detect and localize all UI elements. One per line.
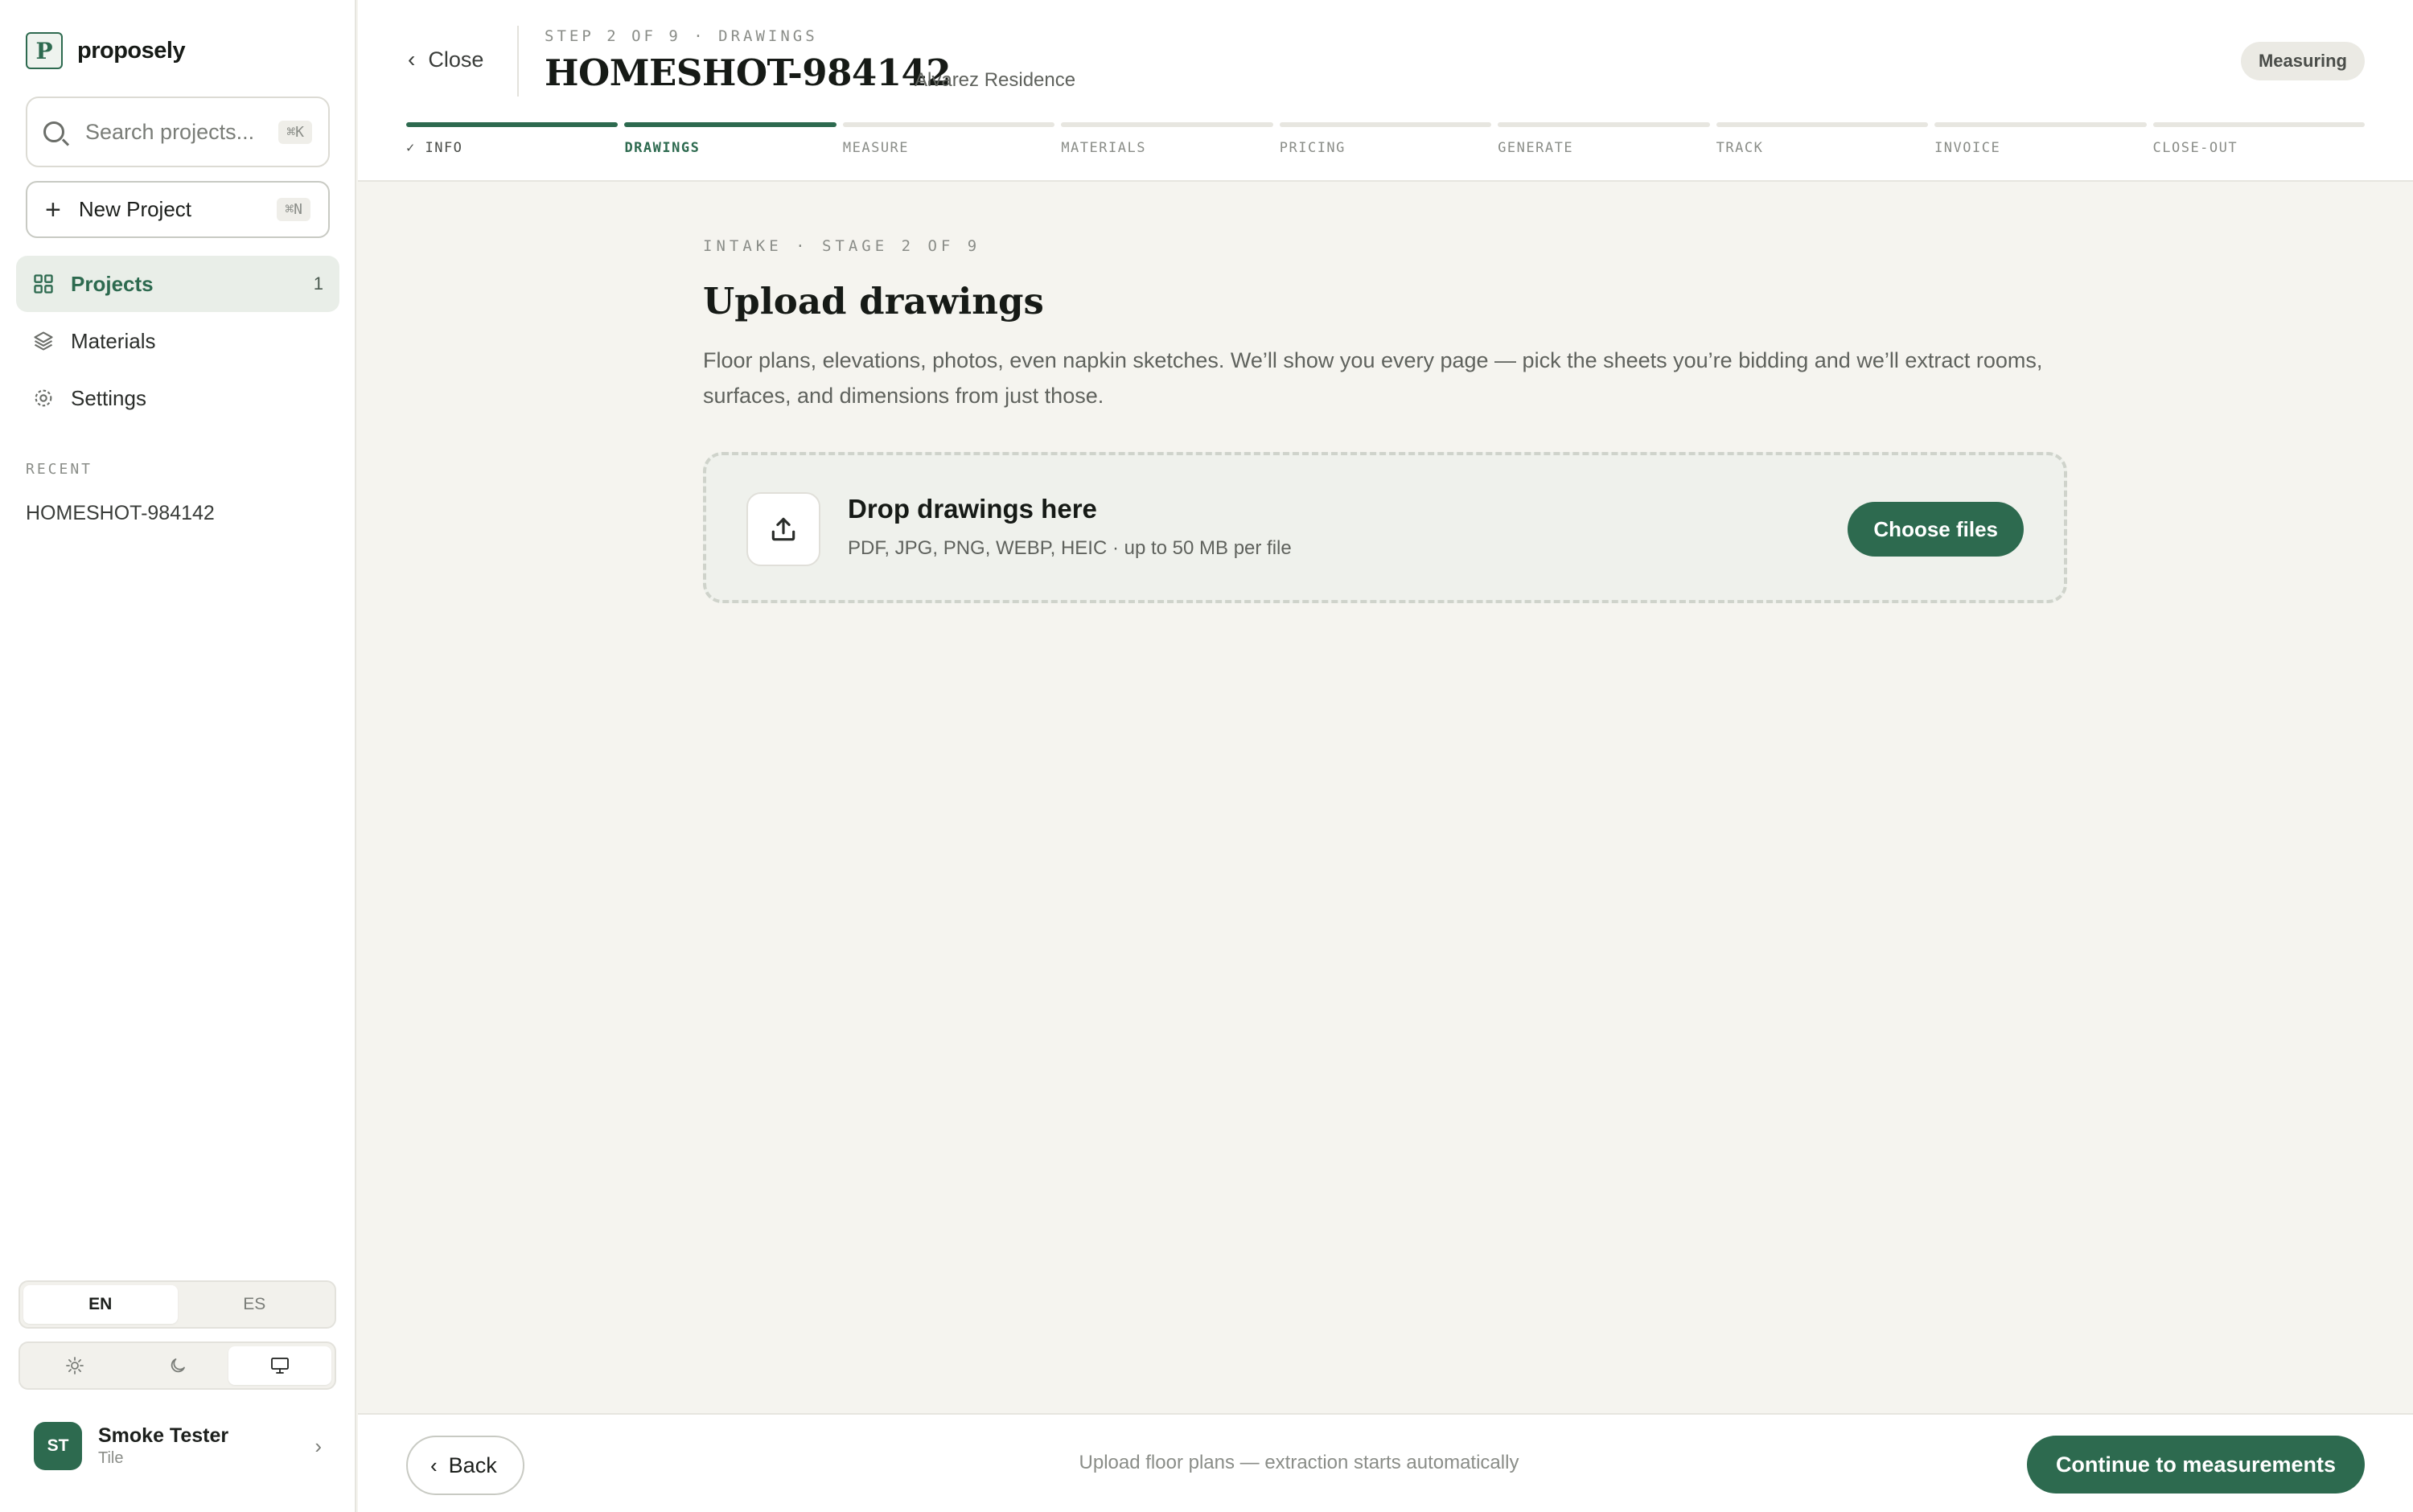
step-label-text: PRICING	[1279, 140, 1346, 156]
brand-name: proposely	[77, 37, 186, 64]
step-label-text: DRAWINGS	[624, 140, 701, 156]
dropzone-title: Drop drawings here	[848, 494, 1097, 524]
monitor-icon	[271, 1358, 290, 1374]
theme-light-button[interactable]	[23, 1346, 126, 1385]
search-icon	[43, 121, 64, 142]
sidebar-item-materials[interactable]: Materials	[16, 313, 339, 369]
drawings-dropzone[interactable]: Drop drawings here PDF, JPG, PNG, WEBP, …	[703, 452, 2067, 603]
step-bar	[1498, 122, 1710, 127]
theme-system-button[interactable]	[228, 1346, 332, 1385]
chevron-right-icon: ›	[314, 1433, 322, 1458]
footer-hint: Upload floor plans — extraction starts a…	[1079, 1452, 1519, 1473]
close-label: Close	[428, 47, 484, 72]
sun-icon	[65, 1357, 84, 1374]
layers-icon	[34, 331, 53, 351]
choose-files-button[interactable]: Choose files	[1848, 502, 2024, 557]
sidebar: P proposely ⌘K + New Project ⌘N Projects…	[0, 0, 356, 1512]
page-title: Upload drawings	[703, 280, 1044, 323]
recent-project-link[interactable]: HOMESHOT-984142	[26, 502, 215, 525]
sidebar-item-settings[interactable]: Settings	[16, 370, 339, 426]
chevron-left-icon: ‹	[408, 47, 416, 72]
step-drawings[interactable]: DRAWINGS	[624, 122, 837, 156]
step-label-text: ✓ INFO	[406, 140, 463, 156]
language-es-button[interactable]: ES	[178, 1285, 332, 1324]
step-bar	[842, 122, 1055, 127]
step-invoice[interactable]: INVOICE	[1934, 122, 2147, 156]
step-label-text: TRACK	[1716, 140, 1764, 156]
theme-dark-button[interactable]	[126, 1346, 229, 1385]
plus-icon: +	[45, 194, 61, 225]
step-label-text: GENERATE	[1498, 140, 1574, 156]
user-menu[interactable]: ST Smoke Tester Tile ›	[16, 1409, 339, 1483]
user-name: Smoke Tester	[98, 1424, 229, 1447]
theme-toggle	[18, 1341, 336, 1390]
step-materials[interactable]: MATERIALS	[1061, 122, 1273, 156]
step-label-text: MEASURE	[842, 140, 910, 156]
step-generate[interactable]: GENERATE	[1498, 122, 1710, 156]
projects-count-badge: 1	[313, 273, 323, 294]
step-bar	[1934, 122, 2147, 127]
recent-heading: RECENT	[26, 461, 93, 478]
step-label-text: INVOICE	[1934, 140, 2001, 156]
project-title: HOMESHOT-984142	[545, 51, 952, 94]
brand[interactable]: P proposely	[26, 32, 186, 69]
wizard-header: ‹ Close STEP 2 OF 9 · DRAWINGS HOMESHOT-…	[358, 0, 2413, 182]
continue-button[interactable]: Continue to measurements	[2026, 1436, 2365, 1494]
moon-icon	[171, 1358, 185, 1373]
sidebar-item-projects[interactable]: Projects 1	[16, 256, 339, 312]
step-pricing[interactable]: PRICING	[1279, 122, 1492, 156]
upload-icon-box	[746, 492, 820, 566]
step-info[interactable]: ✓ INFO	[406, 122, 619, 156]
step-bar	[624, 122, 837, 127]
step-label-text: MATERIALS	[1061, 140, 1146, 156]
step-bar	[1716, 122, 1929, 127]
upload-icon	[771, 517, 795, 541]
status-badge: Measuring	[2240, 42, 2365, 80]
dropzone-hint: PDF, JPG, PNG, WEBP, HEIC · up to 50 MB …	[848, 537, 1292, 559]
language-en-button[interactable]: EN	[23, 1285, 178, 1324]
gear-icon	[35, 389, 52, 407]
sidebar-item-label: Settings	[71, 385, 146, 410]
project-subtitle: Alvarez Residence	[915, 69, 1076, 91]
avatar: ST	[34, 1422, 82, 1470]
close-button[interactable]: ‹ Close	[408, 47, 483, 72]
search-input[interactable]	[85, 119, 279, 145]
language-toggle: EN ES	[18, 1280, 336, 1329]
step-close-out[interactable]: CLOSE-OUT	[2152, 122, 2365, 156]
step-bar	[1279, 122, 1492, 127]
user-role: Tile	[98, 1449, 124, 1467]
step-bar	[1061, 122, 1273, 127]
grid-icon	[34, 274, 53, 294]
sidebar-item-label: Projects	[71, 271, 154, 296]
wizard-footer: ‹ Back Upload floor plans — extraction s…	[358, 1413, 2413, 1512]
step-measure[interactable]: MEASURE	[842, 122, 1055, 156]
header-divider	[517, 26, 519, 97]
stage-label: INTAKE · STAGE 2 OF 9	[703, 237, 981, 255]
search-shortcut: ⌘K	[278, 120, 312, 144]
step-track[interactable]: TRACK	[1716, 122, 1929, 156]
new-project-button[interactable]: + New Project ⌘N	[26, 181, 330, 238]
sidebar-item-label: Materials	[71, 328, 156, 353]
search-box[interactable]: ⌘K	[26, 97, 330, 167]
step-progress: ✓ INFO DRAWINGS MEASURE MATERIALS PRICIN…	[406, 122, 2365, 156]
step-label: STEP 2 OF 9 · DRAWINGS	[545, 27, 818, 45]
page-description: Floor plans, elevations, photos, even na…	[703, 348, 2043, 408]
new-project-shortcut: ⌘N	[277, 198, 310, 221]
new-project-label: New Project	[78, 197, 192, 221]
step-bar	[2152, 122, 2365, 127]
step-label-text: CLOSE-OUT	[2152, 140, 2238, 156]
brand-logo-icon: P	[26, 32, 63, 69]
step-bar	[406, 122, 619, 127]
